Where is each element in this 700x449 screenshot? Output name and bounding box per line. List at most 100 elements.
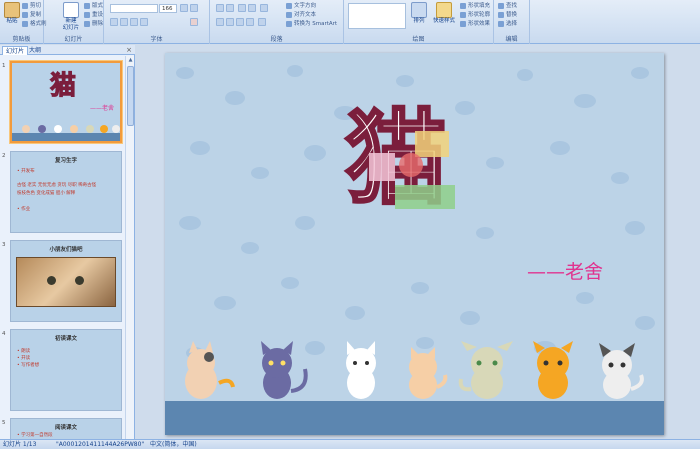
slide-number: 4 bbox=[2, 331, 6, 337]
strikethrough-icon[interactable] bbox=[140, 18, 148, 26]
thumb-title: 复习生字 bbox=[54, 158, 77, 164]
cut-button[interactable]: 剪切 bbox=[22, 2, 41, 10]
thumb-line: 枝枝色色 变化成猫 胆小 解释 bbox=[17, 191, 76, 196]
slide-number: 5 bbox=[2, 420, 6, 426]
new-slide-icon bbox=[63, 2, 79, 18]
slide-thumbnail-3[interactable]: 小朋友们猫吧 bbox=[10, 240, 122, 322]
copy-button[interactable]: 复制 bbox=[22, 11, 41, 19]
clipboard-group: 粘贴 剪切 复制 格式刷 剪贴板 bbox=[0, 0, 47, 44]
align-right-icon[interactable] bbox=[236, 18, 244, 26]
arrange-button[interactable]: 排列 bbox=[410, 2, 428, 25]
format-painter-button[interactable]: 格式刷 bbox=[22, 20, 47, 28]
shapes-gallery[interactable] bbox=[348, 3, 406, 29]
cat-6 bbox=[533, 341, 573, 399]
outline-icon bbox=[460, 11, 466, 18]
slide-thumbnail-5[interactable]: 阅读课文 • 学习第一自然段 bbox=[10, 418, 122, 439]
columns-icon[interactable] bbox=[258, 18, 266, 26]
drawing-group: 排列 快速样式 形状填充 形状轮廓 形状效果 绘图 bbox=[344, 0, 494, 44]
replace-button[interactable]: 替换 bbox=[498, 11, 517, 19]
italic-icon[interactable] bbox=[120, 18, 128, 26]
reset-button[interactable]: 重设 bbox=[84, 11, 103, 19]
shape-fill-button[interactable]: 形状填充 bbox=[460, 2, 490, 10]
thumb-line: • 开读 bbox=[17, 356, 31, 361]
thumb-title: 小朋友们猫吧 bbox=[49, 247, 83, 253]
scissors-icon bbox=[22, 2, 28, 9]
theme-name: "A0001201411144A26PW80" bbox=[56, 441, 145, 448]
cat-4 bbox=[409, 347, 448, 399]
ribbon: 粘贴 剪切 复制 格式刷 剪贴板 新建 幻灯片 版式 重设 删除 幻灯片 166… bbox=[0, 0, 700, 44]
slide-number: 3 bbox=[2, 242, 6, 248]
slides-panel: 幻灯片 大纲 × 1 猫 ——老舍 2 复习生字 • 开发布 古怪 老实 无忧无… bbox=[0, 45, 135, 439]
paragraph-group-label: 段落 bbox=[270, 36, 283, 43]
shrink-font-icon[interactable] bbox=[190, 4, 198, 12]
layout-button[interactable]: 版式 bbox=[84, 2, 103, 10]
cat-3 bbox=[346, 341, 376, 399]
justify-icon[interactable] bbox=[246, 18, 254, 26]
quick-styles-button[interactable]: 快速样式 bbox=[430, 2, 458, 25]
language-indicator[interactable]: 中文(简体，中国) bbox=[150, 440, 197, 449]
select-button[interactable]: 选择 bbox=[498, 20, 517, 28]
scroll-up-icon[interactable]: ▲ bbox=[127, 57, 134, 64]
bold-icon[interactable] bbox=[110, 18, 118, 26]
find-button[interactable]: 查找 bbox=[498, 2, 517, 10]
font-name-box[interactable] bbox=[110, 4, 158, 13]
text-direction-button[interactable]: 文字方向 bbox=[286, 2, 316, 10]
text-direction-icon bbox=[286, 2, 292, 9]
slide-number: 1 bbox=[2, 63, 6, 69]
new-slide-button[interactable]: 新建 幻灯片 bbox=[60, 2, 82, 32]
smartart-icon bbox=[286, 20, 292, 27]
thumb-line: • 写作者想 bbox=[17, 363, 40, 368]
font-color-icon[interactable] bbox=[190, 18, 198, 26]
current-slide[interactable]: 猫 ——老舍 bbox=[165, 53, 664, 435]
cat-1 bbox=[185, 341, 235, 399]
paste-button[interactable]: 粘贴 bbox=[3, 2, 21, 25]
thumb-subtitle: ——老舍 bbox=[90, 105, 115, 112]
slide-editing-area: 猫 ——老舍 bbox=[136, 45, 700, 439]
grow-font-icon[interactable] bbox=[180, 4, 188, 12]
increase-indent-icon[interactable] bbox=[248, 4, 256, 12]
scrollbar-thumb[interactable] bbox=[127, 66, 134, 126]
smartart-button[interactable]: 转换为 SmartArt bbox=[286, 20, 337, 28]
align-center-icon[interactable] bbox=[226, 18, 234, 26]
shape-effects-button[interactable]: 形状效果 bbox=[460, 20, 490, 28]
panel-tabs: 幻灯片 大纲 × bbox=[0, 45, 135, 55]
font-size-box[interactable]: 166 bbox=[159, 4, 177, 13]
arrange-icon bbox=[411, 2, 427, 18]
close-icon[interactable]: × bbox=[126, 46, 132, 54]
slides-group-label: 幻灯片 bbox=[64, 36, 83, 43]
bullets-icon[interactable] bbox=[216, 4, 224, 12]
thumb-title: 初读课文 bbox=[54, 336, 77, 342]
cat-photo bbox=[16, 257, 116, 307]
align-left-icon[interactable] bbox=[216, 18, 224, 26]
tab-slides[interactable]: 幻灯片 bbox=[2, 46, 29, 55]
delete-icon bbox=[84, 20, 90, 27]
underline-icon[interactable] bbox=[130, 18, 138, 26]
fill-icon bbox=[460, 2, 466, 9]
slide-thumbnail-2[interactable]: 复习生字 • 开发布 古怪 老实 无忧无虑 贪玩 尽职 稀奇古怪 枝枝色色 变化… bbox=[10, 151, 122, 233]
delete-slide-button[interactable]: 删除 bbox=[84, 20, 103, 28]
thumb-line: • 开发布 bbox=[17, 169, 35, 174]
editing-group: 查找 替换 选择 编辑 bbox=[494, 0, 530, 44]
slide-thumbnail-4[interactable]: 初读课文 • 朗读 • 开读 • 写作者想 bbox=[10, 329, 122, 411]
numbering-icon[interactable] bbox=[226, 4, 234, 12]
shape-outline-button[interactable]: 形状轮廓 bbox=[460, 11, 490, 19]
thumb-line: 古怪 老实 无忧无虑 贪玩 尽职 稀奇古怪 bbox=[17, 183, 97, 188]
panel-scrollbar[interactable]: ▲ bbox=[125, 56, 134, 439]
slide-ground-strip bbox=[165, 401, 664, 435]
slide-number: 2 bbox=[2, 153, 6, 159]
tab-outline[interactable]: 大纲 bbox=[26, 46, 44, 55]
drawing-group-label: 绘图 bbox=[412, 36, 425, 43]
slide-thumbnail-1[interactable]: 猫 ——老舍 bbox=[10, 61, 122, 143]
brush-icon bbox=[22, 20, 28, 27]
line-spacing-icon[interactable] bbox=[260, 4, 268, 12]
thumb-line: • 作业 bbox=[17, 207, 31, 212]
slide-author[interactable]: ——老舍 bbox=[527, 257, 603, 284]
thumb-line: • 朗读 bbox=[17, 349, 31, 354]
thumb-cats-illustration bbox=[22, 125, 120, 133]
status-bar: 幻灯片 1/13 "A0001201411144A26PW80" 中文(简体，中… bbox=[0, 439, 700, 449]
align-text-icon bbox=[286, 11, 292, 18]
thumb-title: 猫 bbox=[49, 71, 77, 102]
align-text-button[interactable]: 对齐文本 bbox=[286, 11, 316, 19]
decrease-indent-icon[interactable] bbox=[238, 4, 246, 12]
cat-2 bbox=[261, 341, 308, 399]
